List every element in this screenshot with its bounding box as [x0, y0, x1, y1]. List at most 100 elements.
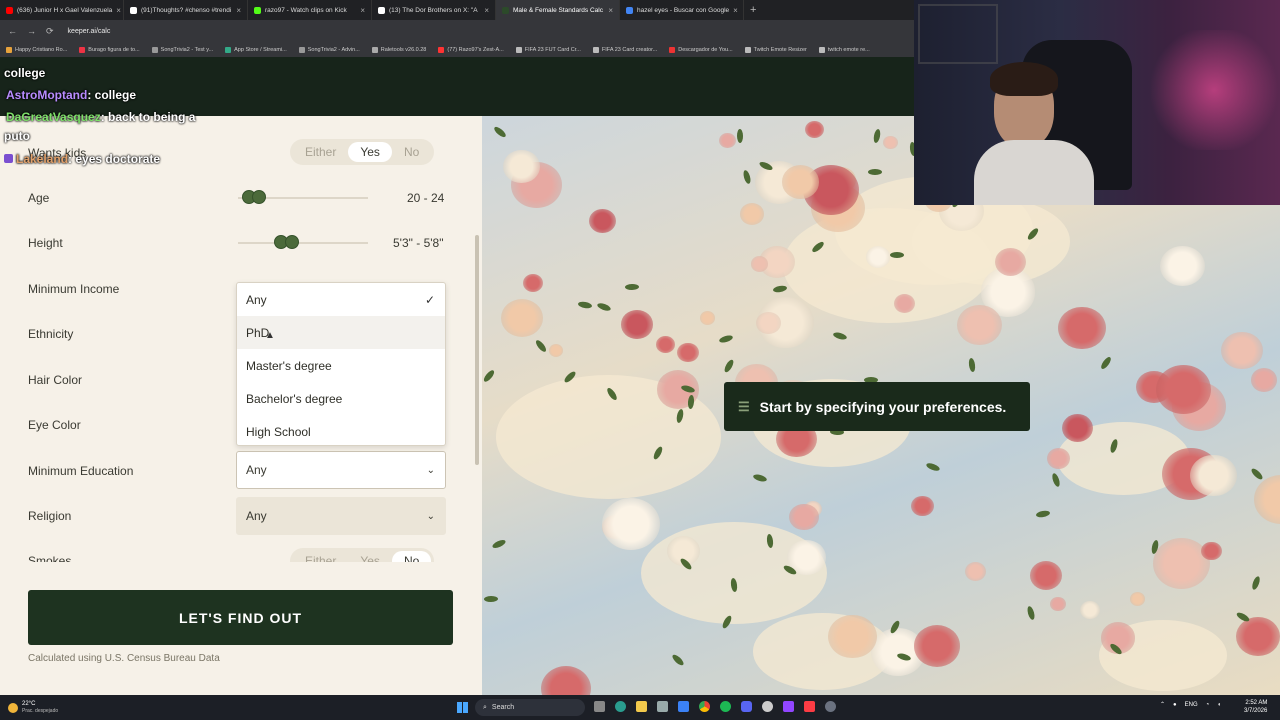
- option-label: High School: [246, 424, 311, 439]
- new-tab-button[interactable]: +: [744, 4, 756, 16]
- dropdown-option-masters[interactable]: Master's degree: [237, 349, 445, 382]
- scrollbar-thumb[interactable]: [475, 235, 479, 465]
- weather-widget[interactable]: 22°C Prac. despejado: [22, 701, 58, 715]
- leaf-shape: [1249, 466, 1265, 481]
- bookmark-item[interactable]: Raletools v26.0.28: [371, 46, 426, 53]
- app-icon[interactable]: [825, 701, 836, 712]
- chrome-icon[interactable]: [699, 701, 710, 712]
- edge-icon[interactable]: [615, 701, 626, 712]
- close-icon[interactable]: ×: [236, 6, 241, 15]
- bookmark-favicon-icon: [79, 46, 86, 53]
- streamer-torso: [974, 140, 1094, 205]
- bookmark-item[interactable]: (77) Razo97's Zest-A...: [438, 46, 504, 53]
- browser-tab[interactable]: (636) Junior H x Gael Valenzuela ×: [0, 0, 124, 20]
- obs-icon[interactable]: [762, 701, 773, 712]
- flower-shape: [621, 310, 653, 339]
- chat-line-1: college: [4, 66, 46, 80]
- close-icon[interactable]: ×: [360, 6, 365, 15]
- leaf-shape: [534, 338, 549, 353]
- clock[interactable]: 2:52 AM 3/7/2026: [1244, 699, 1267, 715]
- bookmark-favicon-icon: [438, 46, 445, 53]
- bookmark-item[interactable]: twitch emote re...: [818, 46, 870, 53]
- bookmark-item[interactable]: App Store / Streami...: [225, 46, 287, 53]
- bookmark-item[interactable]: SongTrivia2 - Test y...: [151, 46, 213, 53]
- bookmark-item[interactable]: Descargador de You...: [669, 46, 733, 53]
- dropdown-option-high-school[interactable]: High School: [237, 415, 445, 448]
- browser-tab[interactable]: razo97 - Watch clips on Kick ×: [248, 0, 372, 20]
- bookmark-item[interactable]: Happy Cristiano Ro...: [6, 46, 67, 53]
- windows-start-icon[interactable]: [457, 702, 468, 713]
- tab-favicon-icon: [626, 6, 633, 14]
- religion-select[interactable]: Any ⌄: [236, 497, 446, 535]
- music-icon[interactable]: [804, 701, 815, 712]
- minimum-education-select[interactable]: Any ⌄: [236, 451, 446, 489]
- panel-scrollbar[interactable]: [474, 140, 480, 560]
- file-explorer-icon[interactable]: [636, 701, 647, 712]
- language-indicator[interactable]: ENG: [1185, 702, 1198, 708]
- smokes-either[interactable]: Either: [293, 551, 348, 562]
- forward-icon[interactable]: →: [27, 26, 36, 36]
- close-icon[interactable]: ×: [484, 6, 489, 15]
- leaf-shape: [772, 285, 788, 294]
- close-icon[interactable]: ×: [733, 6, 738, 15]
- height-slider-max-handle[interactable]: [285, 235, 299, 249]
- browser-tab[interactable]: Male & Female Standards Calc ×: [496, 0, 620, 20]
- gallery-icon[interactable]: [657, 701, 668, 712]
- dropdown-option-phd[interactable]: PhD ▲: [237, 316, 445, 349]
- dropdown-option-any[interactable]: Any ✓: [237, 283, 445, 316]
- minimum-education-label: Minimum Education: [28, 464, 134, 478]
- weather-icon: [8, 702, 18, 713]
- browser-tab[interactable]: hazel eyes - Buscar con Google ×: [620, 0, 744, 20]
- wants-kids-no[interactable]: No: [392, 142, 431, 162]
- wifi-icon[interactable]: ◔: [1206, 702, 1210, 708]
- wants-kids-either[interactable]: Either: [293, 142, 348, 162]
- census-footnote: Calculated using U.S. Census Bureau Data: [28, 653, 220, 664]
- browser-tab[interactable]: (91)Thoughts? #chenso #trendi ×: [124, 0, 248, 20]
- twitch-icon[interactable]: [783, 701, 794, 712]
- bookmark-item[interactable]: SongTrivia2 - Advin...: [298, 46, 360, 53]
- volume-icon[interactable]: ◖: [1217, 702, 1221, 708]
- hair-color-label: Hair Color: [28, 373, 83, 387]
- leaf-shape: [625, 283, 640, 290]
- chat-username: AstroMoptand: [6, 88, 88, 102]
- height-slider-track[interactable]: [238, 242, 368, 244]
- check-icon: ✓: [424, 292, 435, 307]
- close-icon[interactable]: ×: [116, 6, 121, 15]
- close-icon[interactable]: ×: [608, 6, 613, 15]
- wants-kids-toggle[interactable]: Either Yes No: [290, 139, 435, 165]
- task-view-icon[interactable]: [594, 701, 605, 712]
- bookmark-item[interactable]: FIFA 23 Card creator...: [592, 46, 658, 53]
- age-slider-max-handle[interactable]: [252, 190, 266, 204]
- eye-color-label: Eye Color: [28, 418, 81, 432]
- wants-kids-yes[interactable]: Yes: [348, 142, 392, 162]
- smokes-no[interactable]: No: [391, 551, 432, 562]
- store-icon[interactable]: [678, 701, 689, 712]
- leaf-shape: [925, 461, 941, 473]
- bookmark-item[interactable]: FIFA 23 FUT Card Cr...: [515, 46, 581, 53]
- flower-shape: [719, 132, 737, 148]
- dropdown-option-bachelors[interactable]: Bachelor's degree: [237, 382, 445, 415]
- education-dropdown-menu: Any ✓ PhD ▲ Master's degree Bachelor's d…: [236, 282, 446, 446]
- bookmark-favicon-icon: [592, 46, 599, 53]
- search-label: Search: [491, 704, 515, 711]
- lets-find-out-button[interactable]: LET'S FIND OUT: [28, 590, 453, 645]
- back-icon[interactable]: ←: [8, 26, 17, 36]
- smokes-yes[interactable]: Yes: [348, 551, 392, 562]
- tab-favicon-icon: [502, 6, 509, 14]
- microphone-icon[interactable]: ●: [1173, 702, 1177, 708]
- smokes-toggle[interactable]: Either Yes No: [290, 548, 435, 562]
- bookmark-item[interactable]: Twitch Emote Resizer: [744, 46, 807, 53]
- spotify-icon[interactable]: [720, 701, 731, 712]
- browser-tab[interactable]: (13) The Dor Brothers on X: "A ×: [372, 0, 496, 20]
- bookmark-item[interactable]: Burago figura de to...: [79, 46, 140, 53]
- url-field[interactable]: keeper.ai/calc: [68, 28, 111, 35]
- reload-icon[interactable]: ⟳: [46, 26, 54, 37]
- discord-icon[interactable]: [741, 701, 752, 712]
- flower-shape: [500, 298, 543, 337]
- flower-shape: [781, 165, 819, 199]
- chevron-up-icon[interactable]: ⌃: [1160, 701, 1165, 708]
- taskbar-search-box[interactable]: ⌕ Search: [475, 699, 585, 716]
- bookmark-label: FIFA 23 Card creator...: [601, 46, 658, 53]
- tab-favicon-icon: [130, 6, 137, 14]
- bookmark-label: Twitch Emote Resizer: [753, 46, 807, 53]
